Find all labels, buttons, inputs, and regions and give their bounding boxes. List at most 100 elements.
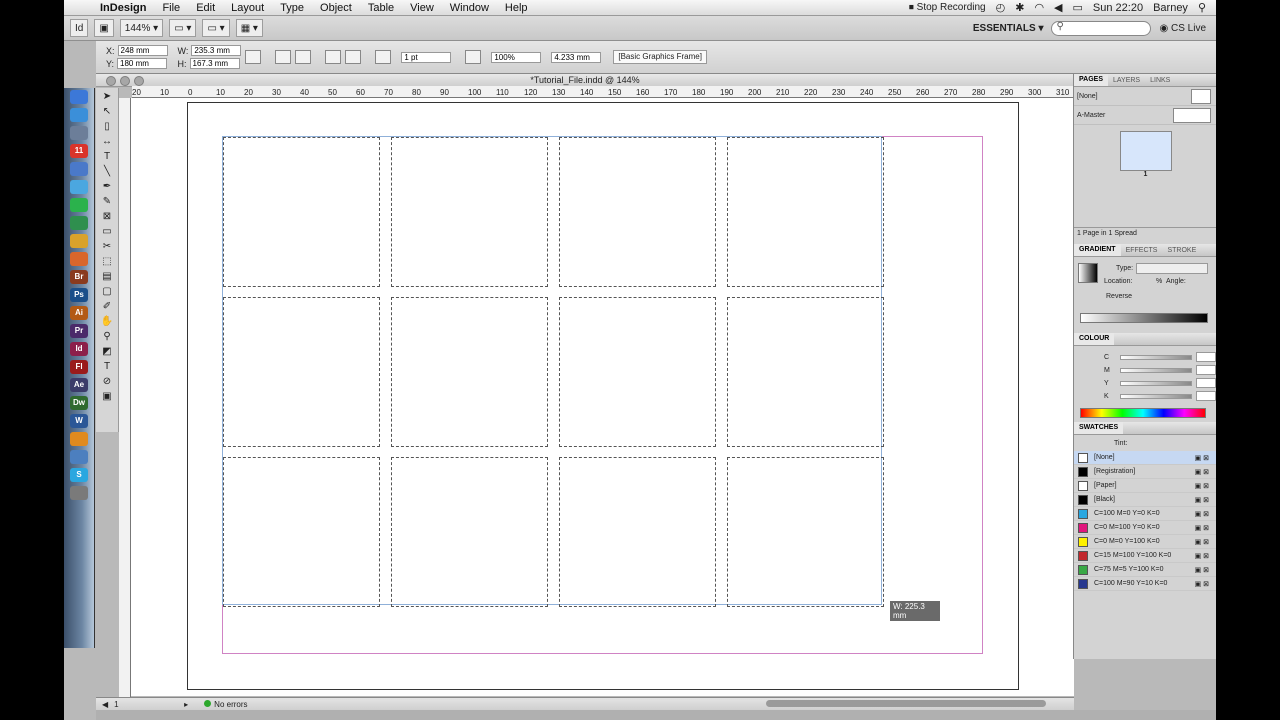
bridge-button[interactable]: Id [70, 19, 89, 37]
clock[interactable]: Sun 22:20 [1093, 2, 1143, 14]
menu-table[interactable]: Table [360, 2, 402, 14]
hand-tool-icon[interactable]: ✋ [100, 315, 114, 328]
dock-app-trash[interactable] [70, 486, 88, 500]
gradient-swatch[interactable] [1078, 263, 1098, 283]
zoom-tool-icon[interactable]: ⚲ [100, 330, 114, 343]
colour-channel-field[interactable] [1196, 378, 1216, 388]
wifi-icon[interactable]: ◠ [1034, 1, 1044, 14]
swatch-row[interactable]: [Registration] ▣ ⊠ [1074, 465, 1216, 479]
menu-view[interactable]: View [402, 2, 442, 14]
dock-app-finder[interactable] [70, 90, 88, 104]
scissors-tool-icon[interactable]: ✂ [100, 240, 114, 253]
tab-colour[interactable]: COLOUR [1074, 333, 1115, 345]
time-machine-icon[interactable]: ◴ [996, 1, 1006, 14]
close-icon[interactable] [106, 76, 116, 86]
swatch-row[interactable]: [None] ▣ ⊠ [1074, 451, 1216, 465]
direct-selection-tool-icon[interactable]: ↖ [100, 105, 114, 118]
graphic-frame[interactable] [391, 297, 548, 447]
tab-effects[interactable]: EFFECTS [1121, 247, 1163, 254]
free-transform-tool-icon[interactable]: ⬚ [100, 255, 114, 268]
dock-app-vlc[interactable] [70, 432, 88, 446]
rotate-icon[interactable] [295, 50, 312, 64]
dock-app-app-green[interactable] [70, 216, 88, 230]
tab-stroke[interactable]: STROKE [1162, 247, 1201, 254]
graphic-frame[interactable] [559, 137, 716, 287]
menu-window[interactable]: Window [442, 2, 497, 14]
scale-x-icon[interactable] [275, 50, 292, 64]
spotlight-icon[interactable]: ⚲ [1198, 1, 1206, 14]
minimize-icon[interactable] [120, 76, 130, 86]
swatch-row[interactable]: C=100 M=0 Y=0 K=0 ▣ ⊠ [1074, 507, 1216, 521]
swatch-row[interactable]: C=100 M=90 Y=10 K=0 ▣ ⊠ [1074, 577, 1216, 591]
preflight-status[interactable]: No errors [204, 699, 248, 709]
colour-channel-field[interactable] [1196, 352, 1216, 362]
type-tool-icon[interactable]: T [100, 150, 114, 163]
dock-app-flash[interactable]: Fl [70, 360, 88, 374]
colour-channel-field[interactable] [1196, 365, 1216, 375]
stroke-weight-input[interactable] [401, 51, 452, 63]
graphic-frame[interactable] [223, 457, 380, 607]
dock-app-twitter[interactable] [70, 180, 88, 194]
dock-app-safari[interactable] [70, 108, 88, 122]
master-none-row[interactable]: [None] [1074, 87, 1216, 106]
battery-icon[interactable]: ▭ [1073, 1, 1083, 14]
colour-channel-slider[interactable] [1120, 380, 1192, 386]
tab-layers[interactable]: LAYERS [1108, 77, 1145, 84]
dock-app-itunes[interactable] [70, 162, 88, 176]
graphic-frame[interactable] [727, 137, 884, 287]
swatch-row[interactable]: C=75 M=5 Y=100 K=0 ▣ ⊠ [1074, 563, 1216, 577]
master-a-row[interactable]: A-Master [1074, 106, 1216, 125]
eyedropper-tool-icon[interactable]: ✐ [100, 300, 114, 313]
dock-app-chrome[interactable] [70, 234, 88, 248]
page-nav-next-icon[interactable]: ▸ [184, 700, 188, 709]
dock-app-dreamweaver[interactable]: Dw [70, 396, 88, 410]
reference-point-icon[interactable] [325, 50, 342, 64]
gap-tool-icon[interactable]: ↔ [100, 135, 114, 148]
apply-none-icon[interactable]: ⊘ [100, 375, 114, 388]
bluetooth-icon[interactable]: ✱ [1015, 1, 1024, 14]
dock-app-illustrator[interactable]: Ai [70, 306, 88, 320]
tab-swatches[interactable]: SWATCHES [1074, 422, 1124, 434]
formatting-icon[interactable]: T [100, 360, 114, 373]
constrain-proportions-icon[interactable] [245, 50, 262, 64]
master-a-thumb[interactable] [1173, 107, 1211, 123]
dock-app-skype[interactable]: S [70, 468, 88, 482]
master-none-thumb[interactable] [1191, 88, 1211, 104]
swatch-row[interactable]: C=15 M=100 Y=100 K=0 ▣ ⊠ [1074, 549, 1216, 563]
zoom-level[interactable]: 144% ▾ [119, 19, 164, 37]
menu-layout[interactable]: Layout [223, 2, 272, 14]
rectangle-tool-icon[interactable]: ▭ [100, 225, 114, 238]
fx-icon[interactable] [465, 50, 482, 64]
view-options-button[interactable]: ▭ ▾ [169, 19, 197, 37]
swatch-row[interactable]: C=0 M=100 Y=0 K=0 ▣ ⊠ [1074, 521, 1216, 535]
colour-spectrum[interactable] [1080, 408, 1206, 418]
colour-channel-slider[interactable] [1120, 367, 1192, 373]
screen-mode-button[interactable]: ▭ ▾ [202, 19, 230, 37]
graphic-frame[interactable] [559, 297, 716, 447]
graphic-frame[interactable] [727, 297, 884, 447]
horizontal-scrollbar[interactable] [766, 700, 1046, 707]
user-name[interactable]: Barney [1153, 2, 1188, 14]
workspace-switcher[interactable]: ESSENTIALS ▾ [973, 23, 1052, 34]
zoom-icon[interactable] [134, 76, 144, 86]
pasteboard[interactable]: W: 225.3 mm H: 162.3 mm [131, 98, 1074, 696]
minibridge-button[interactable]: ▣ [94, 19, 114, 37]
dock-app-firefox[interactable] [70, 252, 88, 266]
dock-app-photoshop[interactable]: Ps [70, 288, 88, 302]
tab-pages[interactable]: PAGES [1074, 74, 1108, 86]
dock-app-app-br[interactable]: Br [70, 270, 88, 284]
horizontal-ruler[interactable]: 20 10 0 10 20 30 40 50 60 70 80 90 100 110 120 130 140 15… [132, 86, 1074, 98]
colour-channel-slider[interactable] [1120, 393, 1192, 399]
search-input[interactable] [1051, 20, 1152, 36]
dock-app-indesign[interactable]: Id [70, 342, 88, 356]
dock-app-after-effects[interactable]: Ae [70, 378, 88, 392]
volume-icon[interactable]: ◀ [1054, 1, 1062, 14]
frame-grid-selection[interactable] [222, 136, 884, 607]
arrange-documents-button[interactable]: ▦ ▾ [235, 19, 263, 37]
dock-app-word[interactable]: W [70, 414, 88, 428]
menu-type[interactable]: Type [272, 2, 312, 14]
page-thumbnail[interactable] [1119, 131, 1172, 171]
dock-app-spotify[interactable] [70, 198, 88, 212]
graphic-frame[interactable] [223, 137, 380, 287]
graphic-frame[interactable] [391, 457, 548, 607]
